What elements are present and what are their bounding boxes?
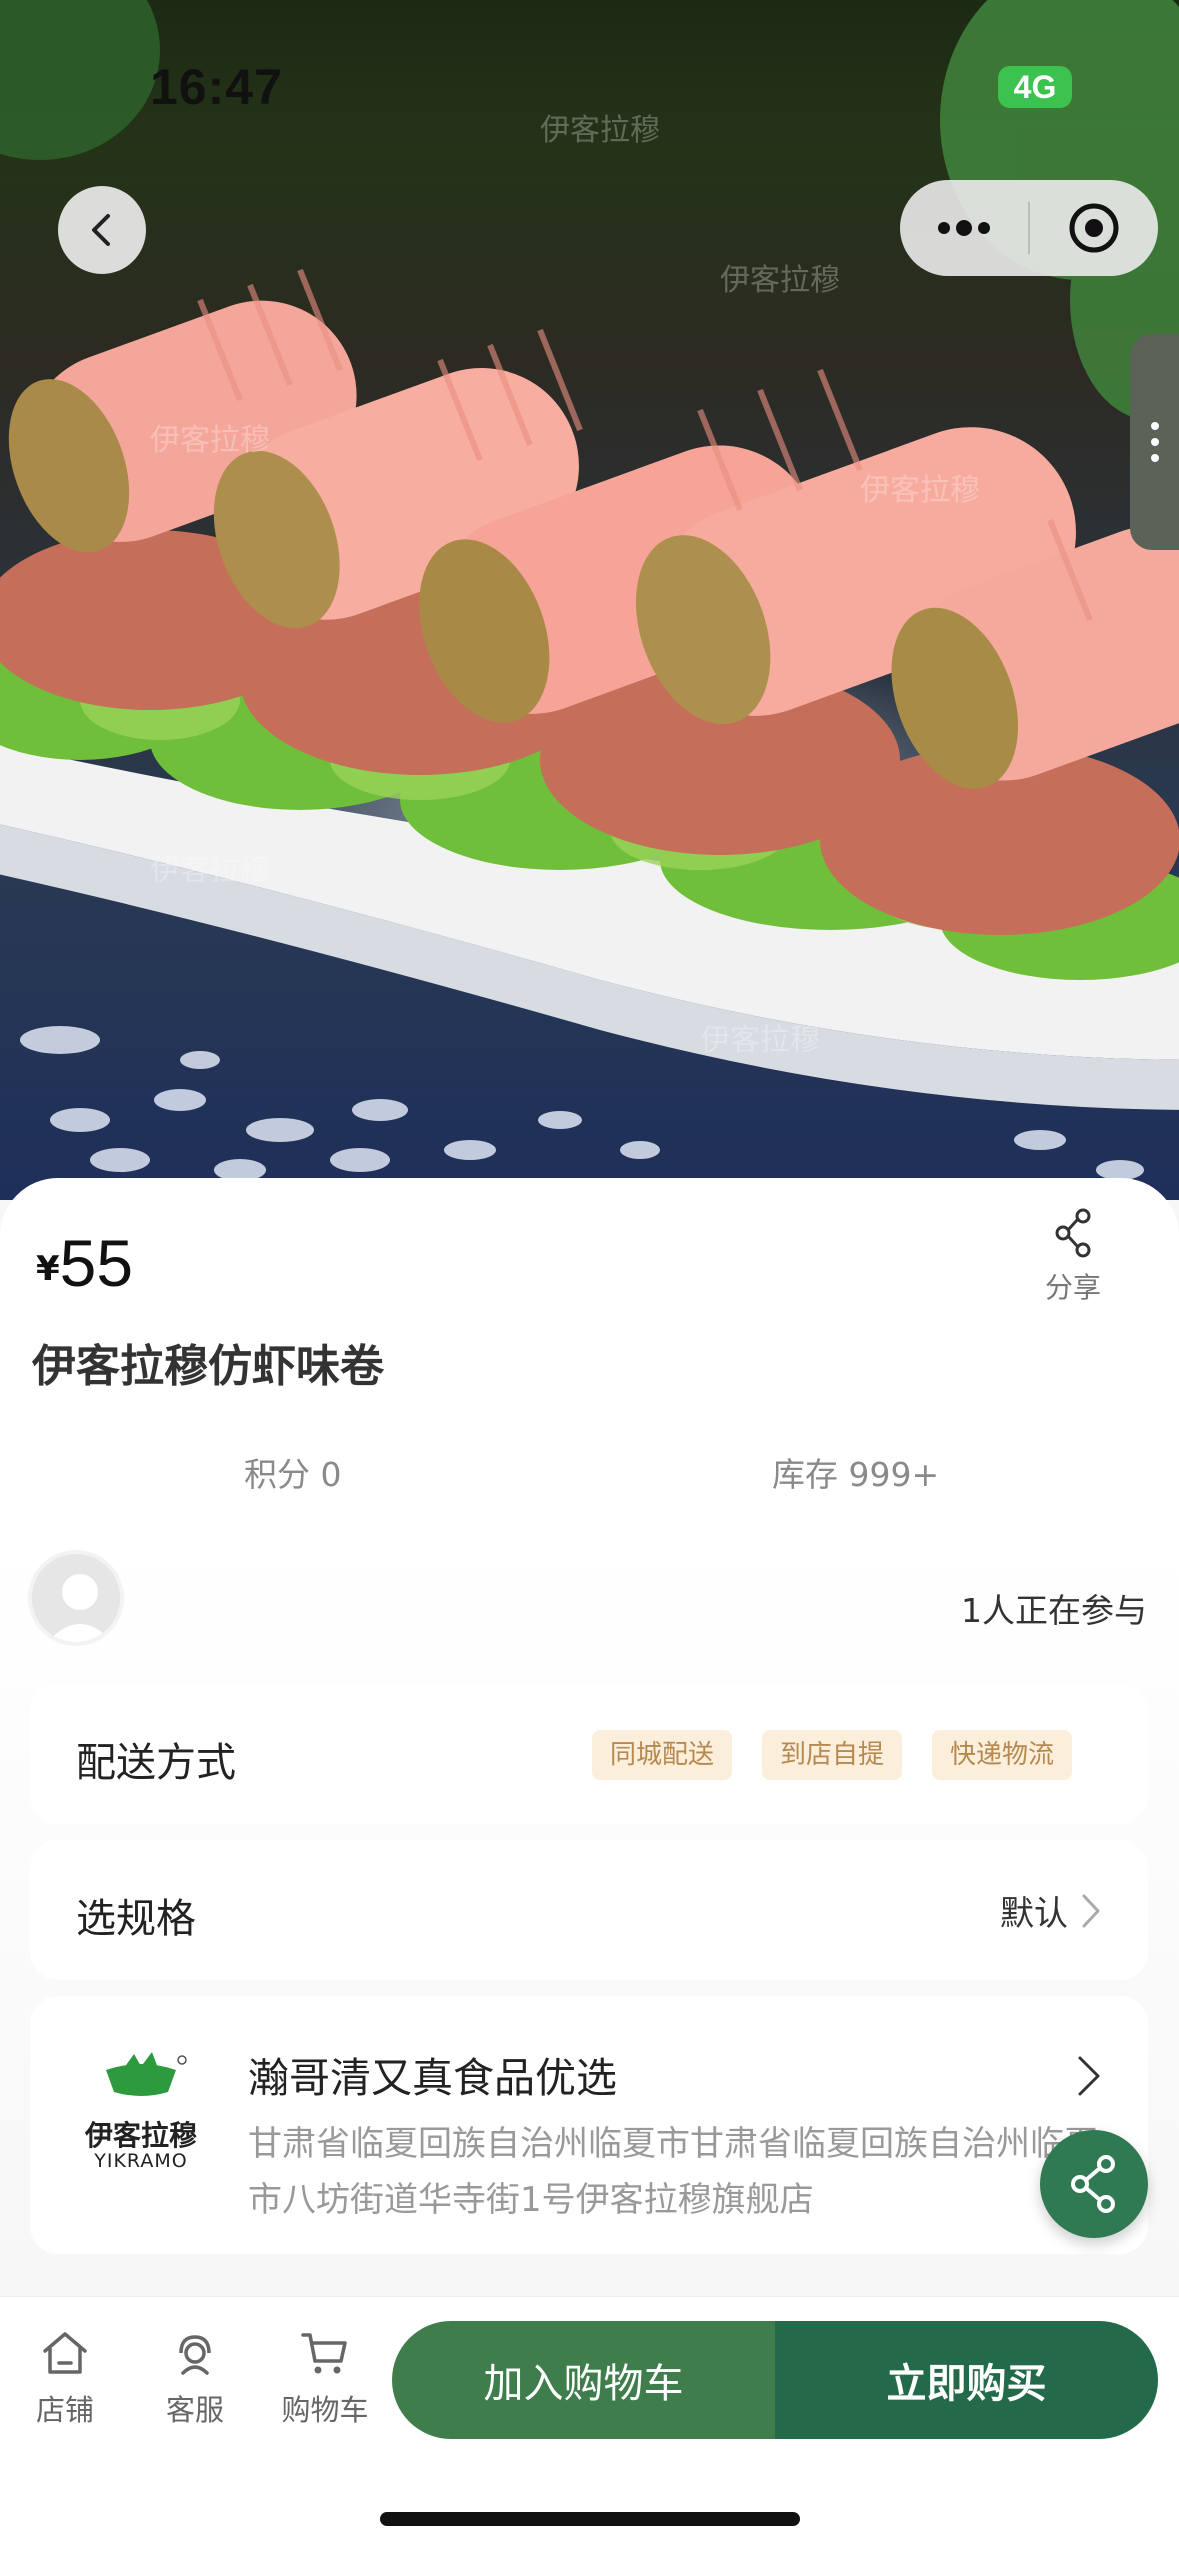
price: ¥55 (36, 1225, 133, 1301)
delivery-option-local[interactable]: 同城配送 (591, 1730, 732, 1780)
shop-name: 瀚哥清又真食品优选 (248, 2054, 617, 2102)
svg-text:伊客拉穆: 伊客拉穆 (700, 1023, 820, 1058)
shop-logo-brand-en: YIKRAMO (94, 2150, 188, 2172)
buy-now-button[interactable]: 立即购买 (775, 2321, 1158, 2439)
more-button[interactable] (900, 180, 1028, 276)
nav-customer-service[interactable]: 客服 (140, 2327, 250, 2429)
handle-dot (1150, 454, 1159, 462)
close-miniprogram-button[interactable] (1030, 180, 1158, 276)
delivery-option-pickup[interactable]: 到店自提 (761, 1730, 902, 1780)
stock-info: 库存 999+ (772, 1455, 940, 1494)
svg-text:伊客拉穆: 伊客拉穆 (860, 473, 980, 508)
miniprogram-capsule (900, 180, 1158, 276)
handle-dot (1150, 422, 1159, 430)
floating-share-button[interactable] (1040, 2130, 1148, 2238)
spec-value: 默认 (1000, 1894, 1068, 1934)
product-title: 伊客拉穆仿虾味卷 (32, 1341, 384, 1392)
nav-cart[interactable]: 购物车 (270, 2327, 380, 2429)
product-hero-image[interactable]: 伊客拉穆 伊客拉穆 伊客拉穆 伊客拉穆 伊客拉穆 伊客拉穆 16:47 4G (0, 0, 1179, 1200)
delivery-card: 配送方式 同城配送 到店自提 快递物流 (30, 1684, 1148, 1824)
share-icon (1055, 1208, 1091, 1258)
add-to-cart-button[interactable]: 加入购物车 (392, 2321, 775, 2439)
network-badge: 4G (998, 66, 1072, 108)
cart-icon (301, 2333, 347, 2374)
home-icon (43, 2332, 87, 2374)
svg-text:伊客拉穆: 伊客拉穆 (540, 113, 660, 148)
side-handle[interactable] (1130, 334, 1179, 550)
share-icon (1071, 2155, 1115, 2213)
shop-card[interactable]: 伊客拉穆 YIKRAMO 瀚哥清又真食品优选 甘肃省临夏回族自治州临夏市甘肃省临… (30, 1996, 1148, 2254)
nav-shop-label: 店铺 (35, 2393, 94, 2427)
shop-logo-brand: 伊客拉穆 (84, 2119, 197, 2152)
more-dots-icon (938, 220, 990, 236)
chevron-right-icon (1082, 1894, 1100, 1928)
brand-logo-icon (106, 2052, 187, 2096)
price-value: 55 (59, 1226, 134, 1300)
customer-service-icon (179, 2335, 211, 2375)
back-button[interactable] (58, 186, 146, 274)
share-label: 分享 (1044, 1271, 1101, 1304)
svg-text:伊客拉穆: 伊客拉穆 (720, 263, 840, 298)
chevron-left-icon (92, 214, 110, 246)
delivery-option-express[interactable]: 快递物流 (931, 1730, 1072, 1780)
points-info: 积分 0 (244, 1455, 342, 1494)
shop-address: 甘肃省临夏回族自治州临夏市甘肃省临夏回族自治州临夏市八坊街道华寺街1号伊客拉穆旗… (248, 2124, 1098, 2220)
chevron-right-icon (1078, 2056, 1100, 2096)
delivery-options: 同城配送 到店自提 快递物流 (591, 1730, 1072, 1780)
status-time: 16:47 (150, 59, 283, 115)
home-indicator (380, 2512, 800, 2526)
share-button[interactable]: 分享 (1030, 1208, 1116, 1306)
nav-service-label: 客服 (165, 2393, 224, 2427)
handle-dot (1150, 438, 1159, 446)
target-circle-icon (1069, 203, 1119, 253)
svg-text:伊客拉穆: 伊客拉穆 (150, 423, 270, 458)
currency-symbol: ¥ (36, 1249, 60, 1289)
shop-logo: 伊客拉穆 YIKRAMO (76, 2048, 206, 2172)
spec-label: 选规格 (76, 1896, 196, 1942)
participants-count: 1人正在参与 (961, 1591, 1147, 1630)
nav-shop[interactable]: 店铺 (10, 2327, 120, 2429)
svg-text:伊客拉穆: 伊客拉穆 (150, 853, 270, 888)
avatar[interactable] (28, 1550, 124, 1646)
spec-selector[interactable]: 选规格 默认 (30, 1840, 1148, 1980)
delivery-label: 配送方式 (76, 1740, 236, 1786)
nav-cart-label: 购物车 (281, 2393, 369, 2427)
